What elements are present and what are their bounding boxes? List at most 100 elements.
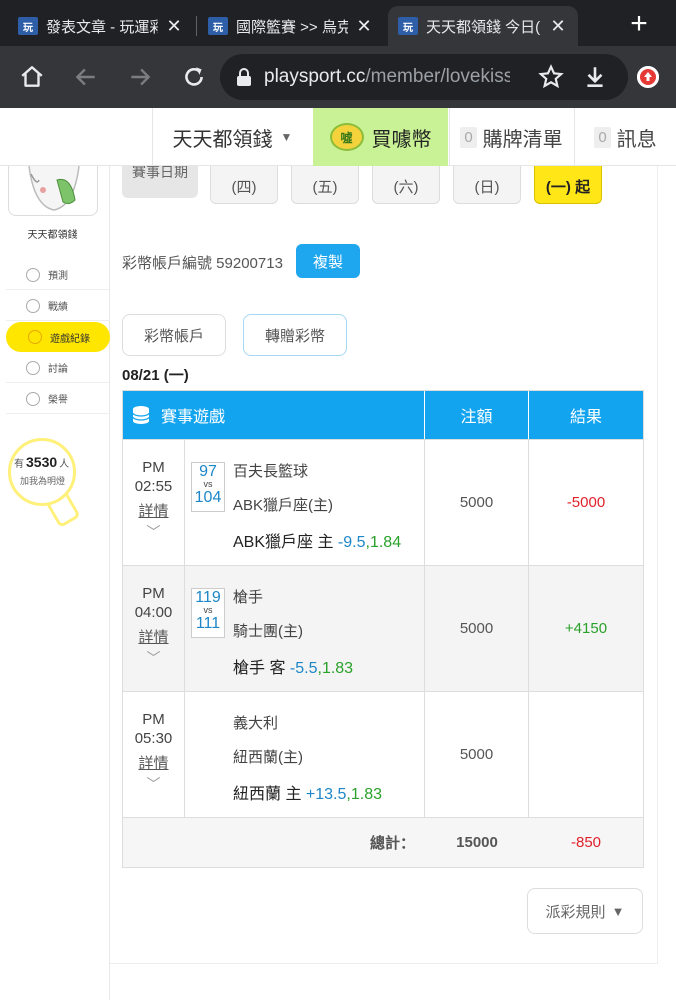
follow-me-label[interactable]: 加我為明燈 bbox=[20, 474, 65, 487]
browser-tab-title: 國際籃賽 >> 烏克 bbox=[236, 18, 348, 36]
messages-label: 訊息 bbox=[616, 128, 657, 151]
detail-link[interactable]: 詳情 bbox=[123, 754, 184, 773]
bet-clock: 02:55 bbox=[134, 478, 173, 495]
browser-toolbar: playsport.cc/member/lovekiss bbox=[0, 46, 676, 108]
purchase-list-label: 購牌清單 bbox=[482, 128, 563, 151]
tab-separator bbox=[196, 16, 197, 36]
close-tab-icon[interactable]: ✕ bbox=[164, 16, 184, 37]
pick-team: 紐西蘭 主 bbox=[233, 786, 302, 803]
chevron-down-icon[interactable]: ﹀ bbox=[123, 649, 184, 668]
bet-game: 119 vs 111 槍手 騎士團(主) 槍手 客 -5.5,1.83 bbox=[185, 566, 425, 691]
total-amount: 15000 bbox=[456, 834, 498, 851]
score-box: 119 vs 111 bbox=[191, 588, 225, 638]
url-text: playsport.cc/member/lovekiss bbox=[264, 66, 510, 88]
date-button-weekday: (五) bbox=[312, 179, 338, 196]
fans-number: 3530 bbox=[26, 454, 58, 470]
discuss-icon bbox=[26, 360, 40, 375]
close-tab-icon[interactable]: ✕ bbox=[354, 16, 374, 37]
account-number: 彩幣帳戶編號 59200713 bbox=[122, 255, 283, 272]
bet-time: PM 02:55 詳情 ﹀ bbox=[123, 440, 185, 565]
header-game: 賽事遊戲 bbox=[123, 391, 425, 439]
fans-suffix: 人 bbox=[59, 459, 70, 470]
bet-game: 義大利 紐西蘭(主) 紐西蘭 主 +13.5,1.83 bbox=[185, 692, 425, 817]
url-field[interactable]: playsport.cc/member/lovekiss bbox=[220, 54, 659, 100]
date-button-weekday: (一) 起 bbox=[545, 179, 591, 196]
bet-result bbox=[529, 692, 643, 817]
avatar[interactable] bbox=[8, 166, 98, 216]
chevron-down-icon[interactable]: ﹀ bbox=[123, 523, 184, 542]
bet-result: -5000 bbox=[566, 494, 606, 511]
chevron-down-icon[interactable]: ﹀ bbox=[123, 775, 184, 794]
bet-clock: 04:00 bbox=[134, 604, 173, 621]
sidebar-item-label: 討論 bbox=[48, 364, 68, 375]
reload-icon[interactable] bbox=[178, 61, 210, 93]
bet-pick: 紐西蘭 主 +13.5,1.83 bbox=[233, 786, 382, 803]
bet-pick: ABK獵戶座 主 -9.5,1.84 bbox=[233, 534, 402, 551]
payout-rules-button[interactable]: 派彩規則 ▼ bbox=[527, 888, 643, 934]
team-home: 紐西蘭(主) bbox=[233, 749, 303, 766]
date-button-weekday: (日) bbox=[474, 179, 500, 196]
team-home: ABK獵戶座(主) bbox=[233, 497, 334, 514]
header-game-label: 賽事遊戲 bbox=[161, 409, 226, 426]
bet-clock: 05:30 bbox=[134, 730, 173, 747]
chart-icon bbox=[26, 298, 40, 313]
tab-coin-wallet[interactable]: 彩幣帳戶 bbox=[122, 314, 226, 356]
sidebar-item-predict[interactable]: 預測 bbox=[6, 260, 110, 290]
sidebar-item-label: 榮譽 bbox=[48, 395, 68, 406]
header-amount: 注額 bbox=[425, 391, 529, 439]
browser-tab-1[interactable]: 玩 發表文章 - 玩運彩 ✕ bbox=[8, 6, 194, 46]
bets-table: 賽事遊戲 注額 結果 PM 02:55 詳情 ﹀ 97 vs 104 百夫長籃球… bbox=[122, 390, 644, 868]
score-home: 111 bbox=[195, 615, 221, 632]
detail-link[interactable]: 詳情 bbox=[123, 628, 184, 647]
triangle-down-icon: ▼ bbox=[611, 903, 625, 919]
close-tab-icon[interactable]: ✕ bbox=[548, 16, 568, 37]
messages-button[interactable]: 0 訊息 bbox=[574, 108, 676, 166]
database-icon bbox=[131, 405, 151, 425]
fans-prefix: 有 bbox=[14, 459, 24, 470]
buy-coins-button[interactable]: 噓 買噱幣 bbox=[313, 108, 448, 166]
target-icon bbox=[26, 267, 40, 282]
sidebar-item-record[interactable]: 戰績 bbox=[6, 291, 110, 321]
score-away: 97 bbox=[199, 463, 217, 480]
browser-tab-2[interactable]: 玩 國際籃賽 >> 烏克 ✕ bbox=[198, 6, 384, 46]
table-header: 賽事遊戲 注額 結果 bbox=[123, 391, 643, 439]
bet-amount: 5000 bbox=[425, 566, 529, 691]
sidebar-item-discuss[interactable]: 討論 bbox=[6, 353, 110, 383]
browser-tab-3-active[interactable]: 玩 天天都領錢 今日( ✕ bbox=[388, 6, 578, 46]
url-host: playsport.cc bbox=[264, 66, 366, 87]
sidebar-item-game-history[interactable]: 遊戲紀錄 bbox=[6, 322, 110, 352]
new-tab-plus-icon[interactable]: + bbox=[624, 6, 654, 42]
browser-tab-title: 天天都領錢 今日( bbox=[426, 18, 541, 36]
pick-spread: +13.5 bbox=[305, 786, 347, 803]
coin-icon: 噓 bbox=[329, 123, 364, 151]
sidebar-item-honor[interactable]: 榮譽 bbox=[6, 384, 110, 414]
pick-spread: -5.5 bbox=[289, 660, 318, 677]
bet-time: PM 04:00 詳情 ﹀ bbox=[123, 566, 185, 691]
bet-result: +4150 bbox=[564, 620, 608, 637]
download-icon[interactable] bbox=[582, 64, 608, 95]
home-icon[interactable] bbox=[16, 61, 48, 93]
team-away: 百夫長籃球 bbox=[233, 463, 309, 480]
table-row: PM 02:55 詳情 ﹀ 97 vs 104 百夫長籃球 ABK獵戶座(主) … bbox=[123, 439, 643, 565]
payout-rules-label: 派彩規則 bbox=[545, 903, 606, 921]
purchase-list-button[interactable]: 0 購牌清單 bbox=[449, 108, 573, 166]
table-row: PM 05:30 詳情 ﹀ 義大利 紐西蘭(主) 紐西蘭 主 +13.5,1.8… bbox=[123, 691, 643, 817]
profile-sidebar: 天天都領錢 預測 戰績 遊戲紀錄 討論 榮譽 有 3530 人 加我為明燈 bbox=[0, 166, 110, 1000]
buy-coins-label: 買噱幣 bbox=[371, 128, 432, 151]
medal-icon bbox=[26, 391, 40, 406]
extension-upload-icon[interactable] bbox=[637, 66, 659, 88]
user-menu-button[interactable]: 天天都領錢 ▼ bbox=[152, 108, 312, 166]
site-favicon-icon: 玩 bbox=[18, 17, 38, 35]
profile-name: 天天都領錢 bbox=[27, 230, 78, 241]
back-arrow-icon[interactable] bbox=[70, 61, 102, 93]
forward-arrow-icon[interactable] bbox=[124, 61, 156, 93]
bookmark-star-icon[interactable] bbox=[538, 64, 564, 95]
sidebar-item-label: 戰績 bbox=[48, 302, 68, 313]
copy-button[interactable]: 複製 bbox=[296, 244, 360, 278]
tab-transfer-coins[interactable]: 轉贈彩幣 bbox=[243, 314, 347, 356]
pick-odds: 1.84 bbox=[369, 534, 402, 551]
detail-link[interactable]: 詳情 bbox=[123, 502, 184, 521]
site-favicon-icon: 玩 bbox=[208, 17, 228, 35]
browser-tab-bar: 玩 發表文章 - 玩運彩 ✕ 玩 國際籃賽 >> 烏克 ✕ 玩 天天都領錢 今日… bbox=[0, 0, 676, 46]
bet-ampm: PM bbox=[142, 585, 165, 602]
